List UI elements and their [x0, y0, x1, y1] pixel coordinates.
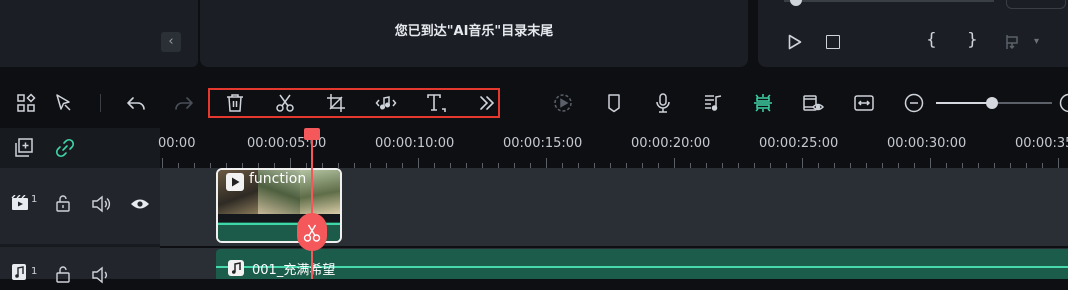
ruler-tick: [418, 158, 419, 168]
ruler-label: 00:00:25:00: [759, 136, 838, 151]
music-clip-type-icon: [228, 260, 244, 276]
highlighted-tools-box: [208, 88, 500, 118]
ruler-tick: [290, 158, 291, 168]
ruler-label: 00:00:30:00: [887, 136, 966, 151]
playhead-split-button[interactable]: [297, 213, 327, 251]
timeline-ruler[interactable]: 00:00 00:00:05:00 00:00:10:00 00:00:15:0…: [160, 128, 1068, 168]
zoom-in-icon[interactable]: [1058, 92, 1068, 114]
link-icon[interactable]: [54, 137, 76, 159]
music-track-icon: [12, 264, 26, 280]
ruler-label: 00:00:15:00: [503, 136, 582, 151]
fit-timeline-icon[interactable]: [853, 92, 875, 114]
crop-icon[interactable]: [325, 92, 347, 114]
add-track-icon[interactable]: [13, 137, 35, 159]
toolbar-divider: [100, 94, 101, 112]
zoom-slider-fill[interactable]: [936, 102, 992, 104]
music-clip[interactable]: [216, 249, 1068, 279]
lock-icon[interactable]: [52, 193, 74, 215]
delete-icon[interactable]: [224, 92, 246, 114]
auto-snap-icon[interactable]: [752, 92, 774, 114]
marker-icon[interactable]: [603, 92, 625, 114]
mark-out-icon[interactable]: }: [967, 30, 978, 50]
audio-volume-icon[interactable]: [90, 264, 112, 286]
ruler-tick: [930, 158, 931, 168]
preview-quality-icon[interactable]: [802, 92, 824, 114]
scissors-icon: [297, 213, 327, 251]
more-icon[interactable]: [476, 92, 498, 114]
audio-adjust-icon[interactable]: [375, 92, 397, 114]
insert-clip-icon[interactable]: [1005, 33, 1021, 51]
undo-icon[interactable]: [125, 92, 147, 114]
video-clip-title: function: [249, 171, 306, 187]
ruler-label: 00:00:10:00: [375, 136, 454, 151]
stop-icon[interactable]: [826, 35, 840, 49]
video-track-number: 1: [31, 194, 37, 205]
record-voice-icon[interactable]: [652, 92, 674, 114]
music-beat-icon[interactable]: [702, 92, 724, 114]
ruler-tick: [674, 158, 675, 168]
player-time-box: [1000, 0, 1068, 10]
mark-in-icon[interactable]: {: [926, 30, 937, 50]
zoom-out-icon[interactable]: [903, 92, 925, 114]
select-icon[interactable]: [53, 92, 75, 114]
player-scrub-bar[interactable]: [784, 0, 994, 2]
split-icon[interactable]: [274, 92, 296, 114]
ruler-tick: [802, 158, 803, 168]
collapse-panel-button[interactable]: ‹: [161, 32, 181, 52]
text-icon[interactable]: [425, 92, 447, 114]
volume-icon[interactable]: [90, 193, 112, 215]
layout-icon[interactable]: [15, 92, 37, 114]
ruler-tick: [546, 158, 547, 168]
audio-lock-icon[interactable]: [52, 264, 74, 286]
zoom-slider-knob[interactable]: [986, 97, 998, 109]
ruler-label: 00:00:20:00: [631, 136, 710, 151]
play-icon[interactable]: [788, 34, 802, 50]
ruler-tick: [1058, 158, 1059, 168]
music-clip-title: 001_充满希望: [252, 259, 335, 278]
eye-icon[interactable]: [129, 193, 151, 215]
ruler-tick: [162, 158, 163, 168]
audio-track-number: 1: [31, 266, 37, 277]
ruler-label: 00:00:35: [1015, 136, 1068, 151]
chevron-down-icon[interactable]: ▾: [1034, 36, 1039, 47]
playhead-line[interactable]: [311, 132, 313, 279]
video-track-icon: [11, 195, 29, 211]
playhead-handle[interactable]: [304, 128, 320, 140]
ruler-label: 00:00: [158, 136, 195, 151]
music-clip-level: [216, 266, 1068, 268]
zoom-slider-track[interactable]: [998, 102, 1052, 104]
end-of-directory-message: 您已到达"AI音乐"目录末尾: [200, 20, 748, 39]
redo-icon[interactable]: [173, 92, 195, 114]
render-preview-icon[interactable]: [552, 92, 574, 114]
player-panel: [758, 0, 1068, 67]
video-clip-type-icon: [226, 173, 244, 191]
